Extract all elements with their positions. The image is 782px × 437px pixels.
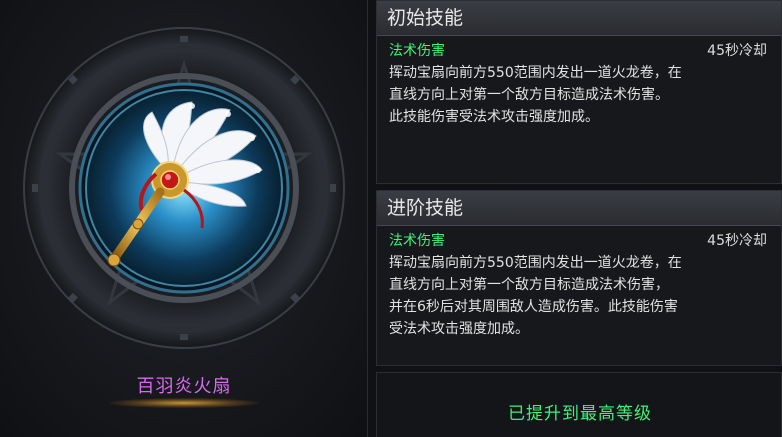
advanced-skill-heading: 进阶技能 [377, 191, 781, 226]
description-line: 挥动宝扇向前方550范围内发出一道火龙卷，在 [389, 65, 682, 81]
advanced-skill-type: 法术伤害 [389, 233, 445, 249]
upgrade-status-block: 已提升到最高等级 [376, 372, 782, 437]
description-line: 此技能伤害受法术攻击强度加成。 [389, 109, 599, 125]
initial-skill-meta: 法术伤害 45秒冷却 [377, 38, 781, 60]
description-line: 并在6秒后对其周围敌人造成伤害。此技能伤害 [389, 299, 678, 315]
item-medallion [23, 27, 345, 349]
initial-skill-description: 挥动宝扇向前方550范围内发出一道火龙卷，在 直线方向上对第一个敌方目标造成法术… [377, 60, 781, 128]
description-line: 挥动宝扇向前方550范围内发出一道火龙卷，在 [389, 255, 682, 271]
advanced-skill-meta: 法术伤害 45秒冷却 [377, 228, 781, 250]
description-line: 直线方向上对第一个敌方目标造成法术伤害， [389, 277, 669, 293]
item-showcase-panel: 百羽炎火扇 [0, 0, 368, 437]
initial-skill-block: 初始技能 法术伤害 45秒冷却 挥动宝扇向前方550范围内发出一道火龙卷，在 直… [376, 0, 782, 184]
item-name-glow [110, 398, 258, 408]
description-line: 受法术攻击强度加成。 [389, 321, 529, 337]
advanced-skill-block: 进阶技能 法术伤害 45秒冷却 挥动宝扇向前方550范围内发出一道火龙卷，在 直… [376, 190, 782, 366]
skill-info-panel: 初始技能 法术伤害 45秒冷却 挥动宝扇向前方550范围内发出一道火龙卷，在 直… [376, 0, 782, 437]
description-line: 直线方向上对第一个敌方目标造成法术伤害。 [389, 87, 669, 103]
advanced-skill-cooldown: 45秒冷却 [707, 233, 767, 249]
initial-skill-type: 法术伤害 [389, 43, 445, 59]
advanced-skill-description: 挥动宝扇向前方550范围内发出一道火龙卷，在 直线方向上对第一个敌方目标造成法术… [377, 250, 781, 340]
item-detail-window: 百羽炎火扇 初始技能 法术伤害 45秒冷却 挥动宝扇向前方550范围内发出一道火… [0, 0, 782, 437]
initial-skill-cooldown: 45秒冷却 [707, 43, 767, 59]
item-name: 百羽炎火扇 [136, 376, 232, 397]
initial-skill-heading: 初始技能 [377, 1, 781, 36]
max-level-status: 已提升到最高等级 [508, 404, 652, 424]
